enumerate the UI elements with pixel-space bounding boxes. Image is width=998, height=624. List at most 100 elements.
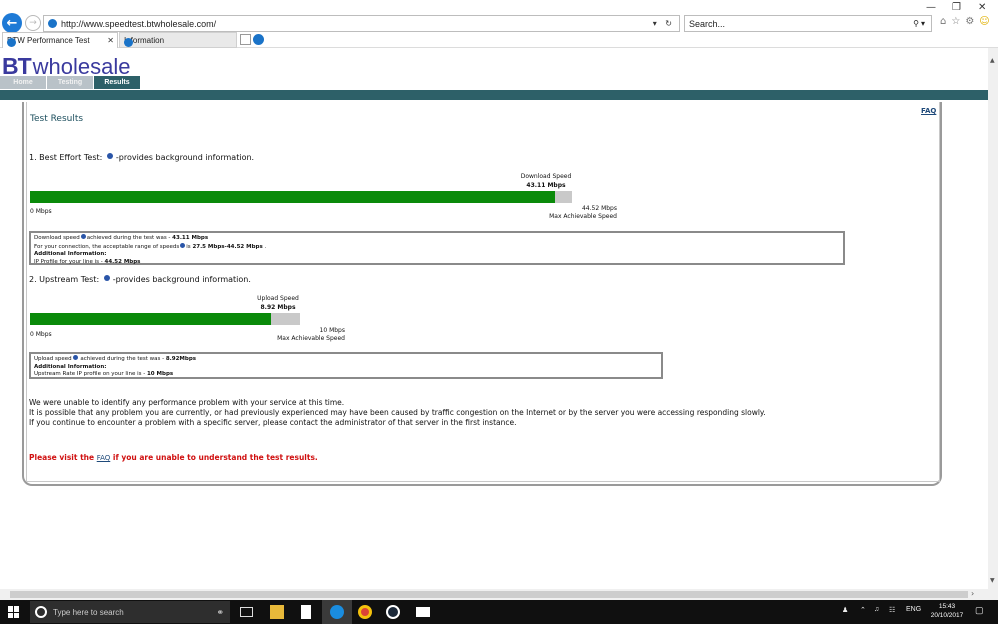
faq-link[interactable]: FAQ xyxy=(921,107,936,115)
message-line: If you continue to encounter a problem w… xyxy=(29,418,517,427)
faq-message-text: Please visit the xyxy=(29,453,97,462)
tab-btw-performance-test[interactable]: BTW Performance Test ✕ xyxy=(2,32,118,48)
page-title: Test Results xyxy=(30,114,84,124)
help-icon[interactable] xyxy=(106,153,113,159)
store-icon[interactable] xyxy=(301,605,311,619)
upload-max-label: 10 Mbps Max Achievable Speed xyxy=(250,327,345,343)
microphone-icon[interactable]: ⚭ xyxy=(216,607,224,618)
download-max-caption: Max Achievable Speed xyxy=(549,213,617,220)
faq-message-text: if you are unable to understand the test… xyxy=(110,453,318,462)
restore-icon[interactable]: ❐ xyxy=(952,2,961,13)
upload-min-label: 0 Mbps xyxy=(30,331,52,338)
web-page: BT wholesale Home Testing Results FAQ Te… xyxy=(0,48,988,589)
language-indicator[interactable]: ENG xyxy=(906,606,921,613)
clock-date: 20/10/2017 xyxy=(930,612,964,619)
home-icon[interactable]: ⌂ xyxy=(940,16,946,27)
scroll-down-icon[interactable]: ▼ xyxy=(990,577,995,584)
info-text: Upload speed xyxy=(34,356,72,362)
taskbar-search[interactable]: Type here to search ⚭ xyxy=(30,601,230,623)
favorites-star-icon[interactable]: ☆ xyxy=(951,16,960,27)
close-tab-icon[interactable]: ✕ xyxy=(107,36,114,45)
task-view-icon[interactable] xyxy=(240,607,253,617)
file-explorer-icon[interactable] xyxy=(270,605,284,619)
download-min-label: 0 Mbps xyxy=(30,208,52,215)
download-speed-value: 43.11 Mbps xyxy=(526,182,566,189)
info-text: . xyxy=(262,243,267,250)
download-speed-caption: Download Speed xyxy=(520,173,572,180)
best-effort-heading-text: 1. Best Effort Test: xyxy=(29,153,103,162)
tab-information[interactable]: Information xyxy=(119,32,237,48)
scroll-up-icon[interactable]: ▲ xyxy=(990,57,995,64)
nav-testing[interactable]: Testing xyxy=(47,76,93,89)
close-window-icon[interactable]: ✕ xyxy=(978,2,986,13)
scroll-right-icon[interactable]: › xyxy=(971,589,974,598)
notifications-icon[interactable]: ▢ xyxy=(975,605,984,616)
taskbar: Type here to search ⚭ ♟ ⌃ ♫ ☷ ENG 15:43 … xyxy=(0,600,998,624)
info-text: IP Profile for your line is - xyxy=(34,258,105,265)
refresh-icon[interactable]: ▾ ↻ xyxy=(653,19,675,28)
search-box[interactable]: Search... ⚲▾ xyxy=(684,15,932,32)
download-info-line1: Download speed achieved during the test w… xyxy=(34,234,840,243)
upload-speed-value: 8.92 Mbps xyxy=(260,304,296,311)
windows-start-icon[interactable] xyxy=(8,606,20,618)
download-speed-label: Download Speed 43.11 Mbps xyxy=(511,172,581,190)
upload-speed-bar xyxy=(30,313,300,325)
feedback-smiley-icon[interactable]: ☺ xyxy=(979,16,989,27)
upload-info-line1: Upload speed achieved during the test wa… xyxy=(34,355,658,364)
search-icon[interactable]: ⚲▾ xyxy=(913,19,927,28)
volume-icon[interactable]: ♫ xyxy=(874,606,879,613)
vertical-scrollbar[interactable]: ▲ ▼ xyxy=(988,48,998,589)
chrome-icon[interactable] xyxy=(358,605,372,619)
address-bar[interactable]: http://www.speedtest.btwholesale.com/ ▾ … xyxy=(43,15,680,32)
help-icon[interactable] xyxy=(72,355,78,360)
info-text: achieved during the test was - xyxy=(78,356,166,362)
info-value: 43.11 Mbps xyxy=(172,235,209,241)
help-icon[interactable] xyxy=(80,234,86,239)
arrow-right-icon: → xyxy=(29,18,37,28)
url-text[interactable]: http://www.speedtest.btwholesale.com/ xyxy=(61,19,653,29)
ie-new-tab-icon[interactable] xyxy=(253,34,264,45)
upstream-heading-text: 2. Upstream Test: xyxy=(29,275,100,284)
ie-taskbar-icon[interactable] xyxy=(330,605,344,619)
settings-gear-icon[interactable]: ⚙ xyxy=(965,16,974,27)
help-icon[interactable] xyxy=(103,275,110,281)
upload-speed-label: Upload Speed 8.92 Mbps xyxy=(248,294,308,312)
forward-button[interactable]: → xyxy=(25,15,41,31)
upstream-heading: 2. Upstream Test: -provides background i… xyxy=(29,275,251,284)
info-value: 44.52 Mbps xyxy=(104,258,141,265)
nav-results[interactable]: Results xyxy=(94,76,140,89)
download-speed-fill xyxy=(30,191,555,203)
mail-icon[interactable] xyxy=(416,607,430,617)
tab-strip: BTW Performance Test ✕ Information xyxy=(0,32,998,48)
upload-max-caption: Max Achievable Speed xyxy=(277,335,345,342)
result-message: We were unable to identify any performan… xyxy=(29,398,766,428)
horizontal-scrollbar[interactable]: ‹ › xyxy=(0,589,998,600)
help-icon[interactable] xyxy=(180,242,186,248)
scroll-thumb[interactable] xyxy=(10,591,968,598)
search-input[interactable]: Search... xyxy=(689,19,913,29)
ie-favicon-icon xyxy=(48,19,57,28)
clock-time: 15:43 xyxy=(938,603,956,610)
clock[interactable]: 15:43 20/10/2017 xyxy=(924,602,970,620)
info-value: 8.92Mbps xyxy=(165,356,197,362)
info-heading: Additional Information: xyxy=(34,251,107,257)
upload-speed-fill xyxy=(30,313,271,325)
faq-inline-link[interactable]: FAQ xyxy=(97,454,111,462)
upload-max-value: 10 Mbps xyxy=(319,327,345,334)
tray-chevron-icon[interactable]: ⌃ xyxy=(860,606,866,614)
info-text: Download speed xyxy=(34,235,80,241)
minimize-icon[interactable]: — xyxy=(926,2,936,13)
steam-icon[interactable] xyxy=(386,605,400,619)
header-bar xyxy=(0,90,988,100)
site-nav: Home Testing Results xyxy=(0,76,141,89)
best-effort-heading: 1. Best Effort Test: -provides backgroun… xyxy=(29,153,254,162)
taskbar-search-input[interactable]: Type here to search xyxy=(53,608,216,617)
nav-home[interactable]: Home xyxy=(0,76,46,89)
ie-tab-icon xyxy=(7,38,16,47)
info-text: Upstream Rate IP profile on your line is… xyxy=(34,371,147,377)
back-button[interactable]: ← xyxy=(2,13,22,33)
network-icon[interactable]: ☷ xyxy=(889,606,895,614)
new-tab-icon[interactable] xyxy=(240,34,251,45)
best-effort-heading-post: -provides background information. xyxy=(115,153,255,162)
people-icon[interactable]: ♟ xyxy=(842,606,848,614)
